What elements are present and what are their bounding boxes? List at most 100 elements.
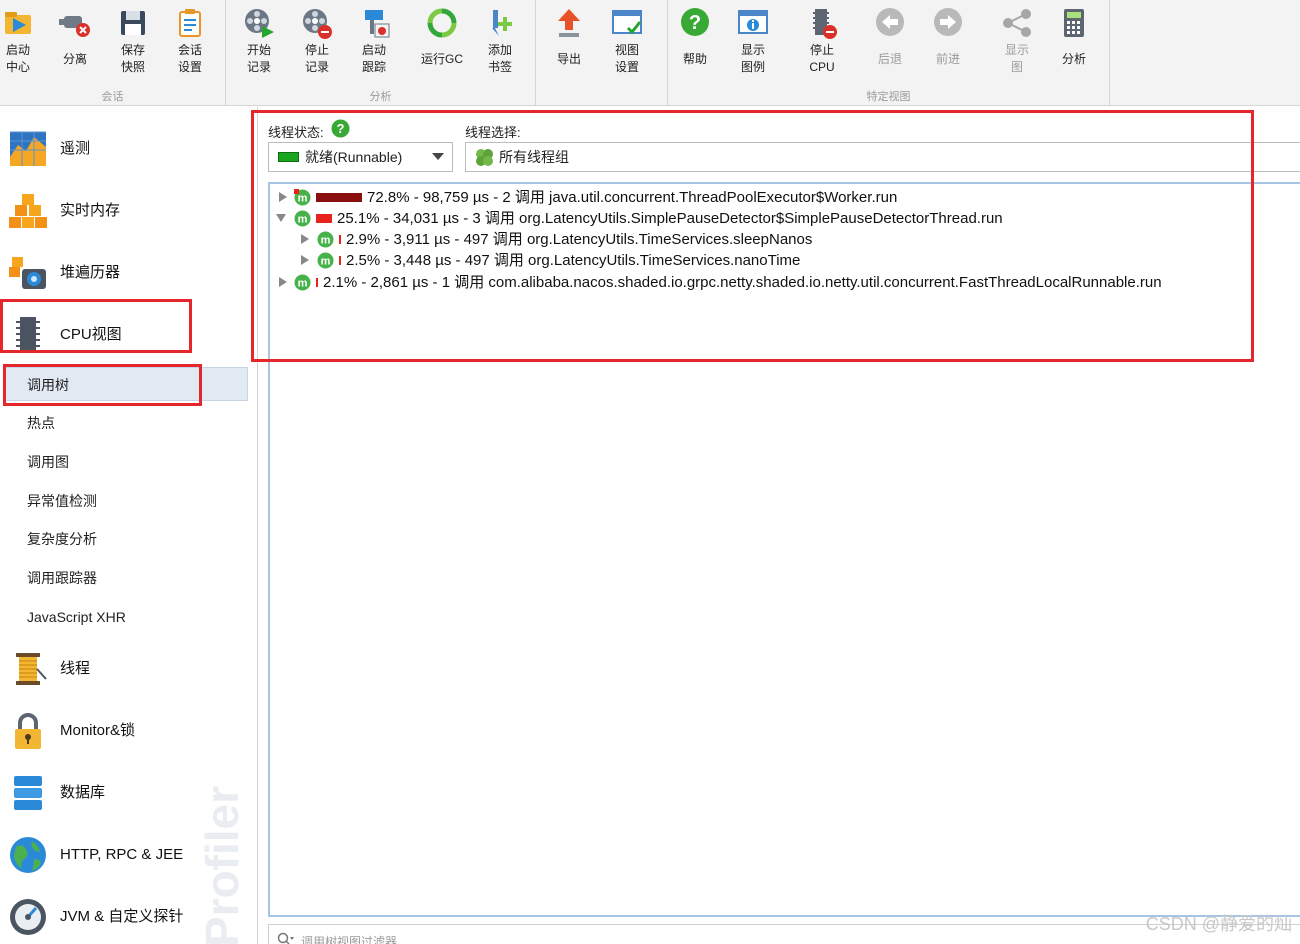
thread-group-icon [476,149,493,166]
graph-icon [1003,9,1031,37]
sidebar-item-live-memory[interactable]: 实时内存 [0,181,257,239]
stop-recording-button[interactable]: 停止 记录 [290,6,344,84]
start-recording-button[interactable]: 开始 记录 [232,6,286,84]
toolbar-button-label: 显示 图例 [740,43,765,74]
toolbar-group-label: 分析 [369,91,392,103]
save-icon [121,11,145,35]
bookmark-add-icon [492,10,512,36]
tree-row-text: 72.8% - 98,759 µs - 2 调用 java.util.concu… [367,189,898,206]
collapse-arrow-icon[interactable] [276,213,286,223]
analyze-button[interactable]: 分析 [1047,6,1101,84]
run-gc-button[interactable]: 运行GC [415,6,469,84]
toolbar: 会话 分析 特定视图 启动 中心 分离 保存 快照 会话 设置 开始 记录 停止… [0,0,1300,106]
svg-text:?: ? [337,121,345,136]
tree-row[interactable]: m 2.1% - 2,861 µs - 1 调用 com.alibaba.nac… [270,272,1300,293]
film-reel-play-icon [245,9,274,38]
view-settings-button[interactable]: 视图 设置 [600,6,654,84]
toolbar-button-label: 保存 快照 [120,43,145,74]
method-icon: m [294,189,311,206]
help-icon[interactable]: ? [331,119,350,138]
save-snapshot-button[interactable]: 保存 快照 [106,6,160,84]
toolbar-button-label: 停止 CPU [809,43,835,74]
sub-item-javascript-xhr[interactable]: JavaScript XHR [0,600,250,634]
detach-button[interactable]: 分离 [48,6,102,84]
expand-arrow-icon[interactable] [300,255,310,265]
sub-item-call-tree[interactable]: 调用树 [4,367,248,401]
start-tracking-button[interactable]: 启动 跟踪 [347,6,401,84]
show-graph-button[interactable]: 显示 图 [990,6,1044,84]
toolbar-button-label: 添加 书签 [487,43,512,74]
method-icon: m [317,252,334,269]
profiler-watermark-text: Profiler [196,786,248,944]
sub-item-label: 调用跟踪器 [27,570,97,586]
globe-icon [10,837,46,873]
sidebar-item-cpu-views[interactable]: CPU视图 [0,305,257,363]
back-button[interactable]: 后退 [863,6,917,84]
add-bookmark-button[interactable]: 添加 书签 [473,6,527,84]
search-icon [277,932,294,944]
toolbar-button-label: 启动 中心 [5,43,30,74]
toolbar-button-label: 视图 设置 [614,43,639,74]
svg-text:m: m [321,256,331,268]
detach-icon [59,16,90,37]
chevron-down-icon [432,153,444,160]
call-tree[interactable]: m 72.8% - 98,759 µs - 2 调用 java.util.con… [268,182,1300,917]
thread-state-select[interactable]: 就绪(Runnable) [268,142,453,172]
help-icon: ? [681,8,709,36]
main-panel: 线程状态: ? 线程选择: 就绪(Runnable) 所有线程组 m 72.8%… [259,107,1300,944]
svg-text:m: m [298,214,308,226]
help-button[interactable]: ? 帮助 [668,6,722,84]
sidebar-item-label: HTTP, RPC & JEE [60,846,184,863]
expand-arrow-icon[interactable] [278,192,288,202]
toolbar-button-label: 运行GC [420,52,463,66]
export-button[interactable]: 导出 [542,6,596,84]
toolbar-button-label: 停止 记录 [304,43,329,74]
forward-button[interactable]: 前进 [921,6,975,84]
toolbar-group-label: 会话 [101,91,124,103]
tree-row[interactable]: m 25.1% - 34,031 µs - 3 调用 org.LatencyUt… [270,208,1300,229]
tree-row[interactable]: m 2.9% - 3,911 µs - 497 调用 org.LatencyUt… [270,229,1300,250]
database-icon [14,776,42,810]
start-center-button[interactable]: 启动 中心 [0,6,45,84]
thread-selection-select[interactable]: 所有线程组 [465,142,1300,172]
sidebar-item-label: Monitor&锁 [60,722,136,739]
export-arrow-icon [558,9,580,37]
tree-row-text: 2.9% - 3,911 µs - 497 调用 org.LatencyUtil… [346,231,813,248]
method-icon: m [317,231,334,248]
csdn-credit: CSDN @静爱的灿 [1145,914,1292,934]
sub-item-label: 调用树 [27,377,69,393]
sidebar-item-monitors-locks[interactable]: Monitor&锁 [0,701,257,759]
sub-item-outlier-detection[interactable]: 异常值检测 [0,484,250,518]
stop-cpu-button[interactable]: 停止 CPU [795,6,849,84]
session-settings-button[interactable]: 会话 设置 [163,6,217,84]
sidebar-item-threads[interactable]: 线程 [0,639,257,697]
sub-item-complexity-analysis[interactable]: 复杂度分析 [0,522,250,556]
sub-item-label: 复杂度分析 [27,531,97,547]
svg-text:m: m [321,235,331,247]
sub-item-call-tracer[interactable]: 调用跟踪器 [0,561,250,595]
percentage-bar [316,214,332,223]
expand-arrow-icon[interactable] [278,277,288,287]
sub-item-call-graph[interactable]: 调用图 [0,445,250,479]
thread-state-value: 就绪(Runnable) [305,149,403,165]
method-icon: m [294,274,311,291]
tree-row-text: 2.1% - 2,861 µs - 1 调用 com.alibaba.nacos… [323,274,1162,291]
svg-text:?: ? [689,12,701,34]
tree-row-text: 2.5% - 3,448 µs - 497 调用 org.LatencyUtil… [346,252,801,269]
toolbar-button-label: 开始 记录 [246,43,271,74]
tree-row[interactable]: m 2.5% - 3,448 µs - 497 调用 org.LatencyUt… [270,250,1300,271]
profiler-watermark: Profiler [196,786,248,944]
sidebar-item-heap-walker[interactable]: 堆遍历器 [0,243,257,301]
show-legend-button[interactable]: 显示 图例 [726,6,780,84]
sub-item-hot-spots[interactable]: 热点 [0,406,250,440]
tree-row[interactable]: m 72.8% - 98,759 µs - 2 调用 java.util.con… [270,187,1300,208]
thread-selection-value: 所有线程组 [499,149,569,165]
sidebar-item-telemetry[interactable]: 遥测 [0,119,257,177]
sidebar-item-label: 遥测 [60,140,91,157]
thread-state-label: 线程状态: [268,125,324,140]
expand-arrow-icon[interactable] [300,234,310,244]
sub-item-label: 热点 [27,415,55,431]
back-arrow-icon [876,8,904,36]
sidebar-item-label: CPU视图 [60,326,122,343]
start-center-icon [5,12,31,34]
